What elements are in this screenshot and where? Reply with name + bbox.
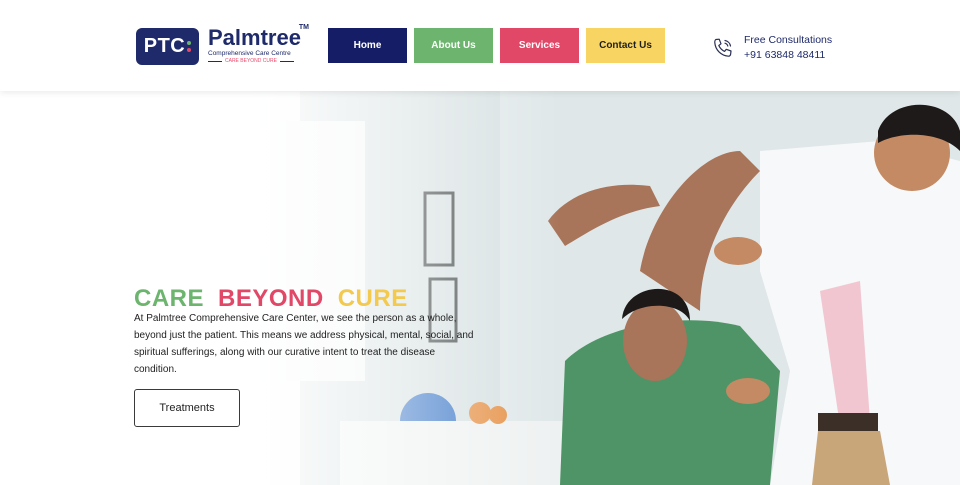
headline-cure: CURE <box>337 285 408 312</box>
phone-icon <box>714 38 732 57</box>
contact-text: Free Consultations +91 63848 48411 <box>744 33 832 63</box>
nav-about-button[interactable]: About Us <box>414 28 493 63</box>
headline-beyond: BEYOND <box>218 285 324 312</box>
trademark-mark: TM <box>298 24 309 31</box>
logo-tagline-row: CARE BEYOND CURE <box>208 58 301 65</box>
nav-home-button[interactable]: Home <box>328 28 407 63</box>
logo-badge: PTC <box>136 27 199 65</box>
brand-logo[interactable]: PTC Palmtree TM Comprehensive Care Centr… <box>136 24 309 65</box>
logo-dots-icon <box>187 40 192 52</box>
logo-name: Palmtree <box>208 25 301 50</box>
contact-info[interactable]: Free Consultations +91 63848 48411 <box>711 33 832 63</box>
site-header: PTC Palmtree TM Comprehensive Care Centr… <box>0 0 960 91</box>
main-nav: Home About Us Services Contact Us <box>328 28 665 63</box>
treatments-button[interactable]: Treatments <box>134 389 240 427</box>
contact-label: Free Consultations <box>744 34 833 46</box>
contact-phone[interactable]: +91 63848 48411 <box>744 48 832 63</box>
hero-headline: CARE BEYOND CURE <box>134 285 408 313</box>
hero-description: At Palmtree Comprehensive Care Center, w… <box>134 313 474 375</box>
divider <box>208 61 222 62</box>
logo-subtitle: Comprehensive Care Centre <box>208 50 291 57</box>
divider <box>279 61 294 62</box>
logo-tagline: CARE BEYOND CURE <box>225 58 277 64</box>
logo-badge-text: PTC <box>143 34 186 57</box>
nav-contact-button[interactable]: Contact Us <box>586 28 665 63</box>
headline-care: CARE <box>134 285 205 312</box>
nav-services-button[interactable]: Services <box>500 28 579 63</box>
logo-wordmark: Palmtree TM Comprehensive Care Centre CA… <box>208 24 309 65</box>
